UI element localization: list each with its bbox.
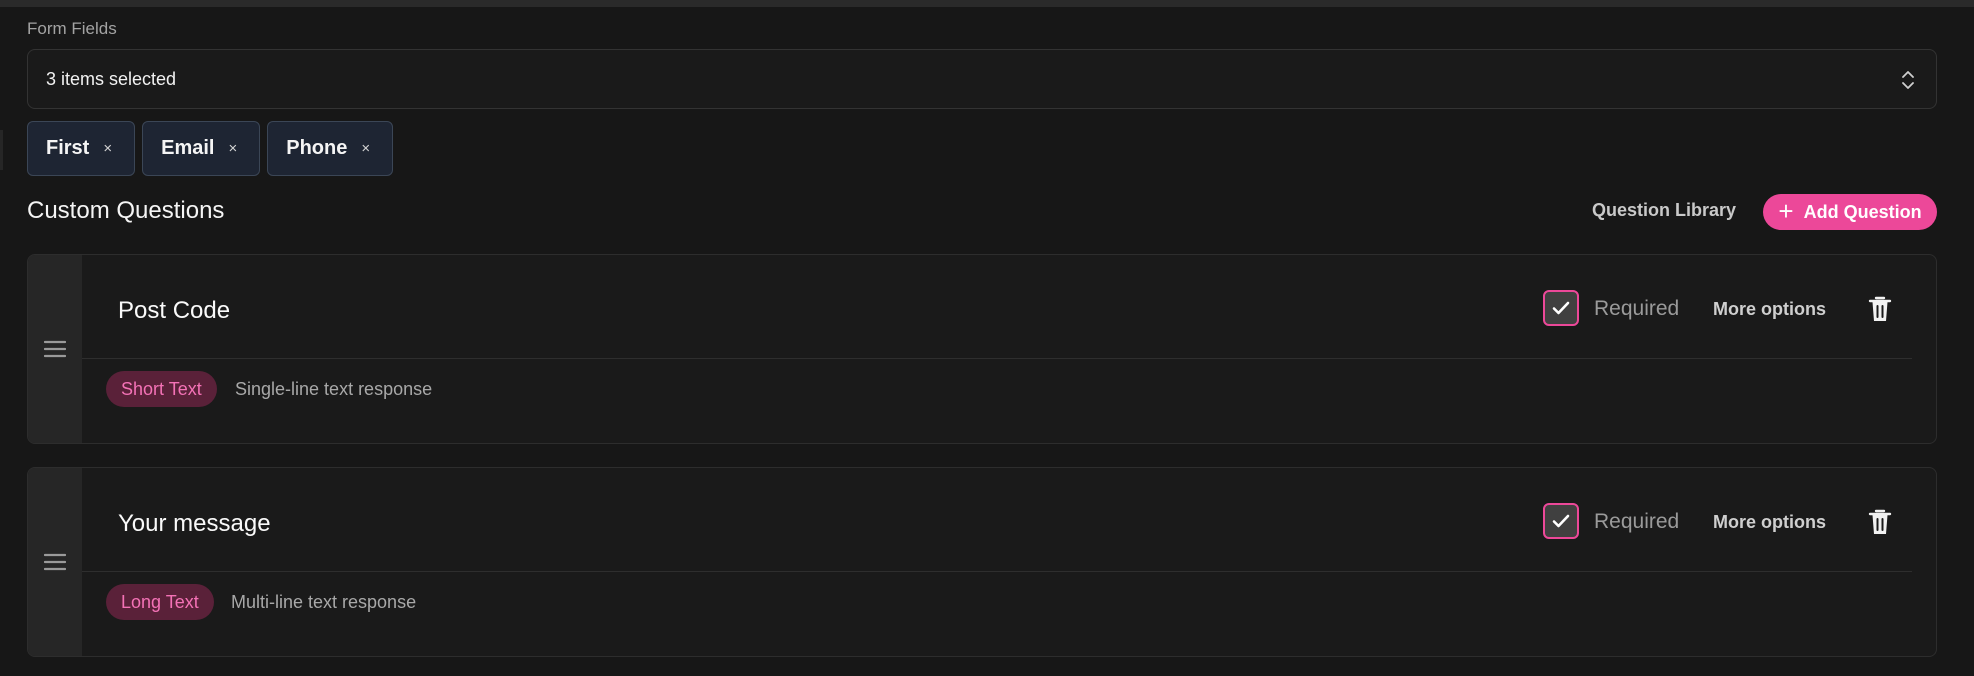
chip-label: Email [161,137,215,159]
add-question-label: Add Question [1803,201,1922,222]
chip-label: Phone [286,137,348,159]
chevron-up-down-icon [1902,71,1914,89]
question-type-badge: Short Text [106,371,217,407]
trash-icon[interactable] [1868,508,1892,536]
close-icon[interactable]: × [103,140,112,157]
question-title: Post Code [118,297,231,324]
chip-email: Email × [142,121,261,176]
drag-handle[interactable] [28,255,82,443]
custom-questions-title: Custom Questions [27,197,225,224]
checkmark-icon [1552,514,1570,528]
close-icon[interactable]: × [228,140,237,157]
selected-fields-chips: First × Email × Phone × [27,121,394,176]
form-fields-label: Form Fields [27,19,117,38]
card-divider [82,358,1912,359]
chip-phone: Phone × [267,121,394,176]
add-question-button[interactable]: + Add Question [1763,194,1937,230]
question-card: Your message Required More options Long … [27,467,1937,657]
question-library-button[interactable]: Question Library [1592,200,1736,221]
more-options-button[interactable]: More options [1713,512,1826,533]
chip-label: First [46,137,90,159]
required-label: Required [1594,297,1680,320]
question-title: Your message [118,510,271,537]
trash-icon[interactable] [1868,295,1892,323]
required-checkbox[interactable] [1543,290,1579,326]
select-value: 3 items selected [46,68,177,89]
drag-handle[interactable] [28,468,82,656]
question-type-description: Multi-line text response [231,592,417,612]
more-options-button[interactable]: More options [1713,299,1826,320]
required-checkbox[interactable] [1543,503,1579,539]
left-edge-divider [0,130,3,170]
card-divider [82,571,1912,572]
checkmark-icon [1552,301,1570,315]
drag-handle-icon [44,553,66,571]
plus-icon: + [1778,195,1794,226]
drag-handle-icon [44,340,66,358]
top-bar [0,0,1974,7]
question-card: Post Code Required More options Short Te… [27,254,1937,444]
form-fields-select[interactable]: 3 items selected [27,49,1937,109]
required-label: Required [1594,510,1680,533]
chip-first: First × [27,121,136,176]
question-type-badge: Long Text [106,584,214,620]
close-icon[interactable]: × [361,140,370,157]
question-type-description: Single-line text response [235,379,433,399]
